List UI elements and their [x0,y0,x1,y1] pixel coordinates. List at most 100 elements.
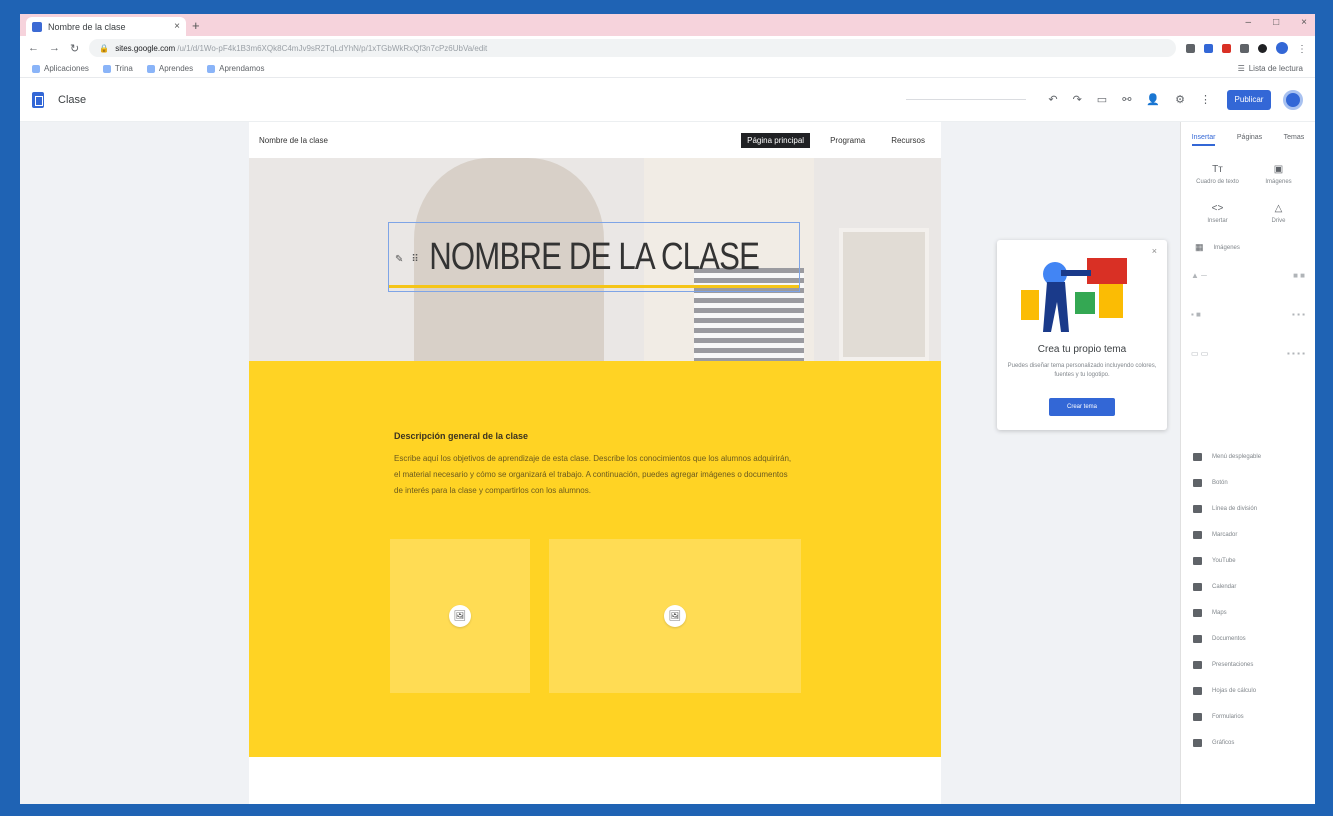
insert-item-label: Menú desplegable [1212,454,1262,460]
extension-icon[interactable] [1204,43,1213,53]
layout-option[interactable]: ■ ■ [1293,271,1305,280]
popup-close-icon[interactable]: × [1152,246,1157,256]
share-icon[interactable]: 👤 [1146,93,1160,106]
tab-insert[interactable]: Insertar [1191,134,1216,146]
insert-item-label: Marcador [1212,532,1238,538]
add-image-icon[interactable]: 🖼 [664,605,686,627]
overview-heading[interactable]: Descripción general de la clase [394,431,794,441]
sites-favicon-icon [32,21,42,32]
hero-title[interactable]: NOMBRE DE LA CLASE [429,236,760,279]
nav-program[interactable]: Programa [824,133,871,148]
tab-themes[interactable]: Temas [1284,134,1305,146]
overview-section[interactable]: Descripción general de la clase Escribe … [249,361,941,757]
drag-handle-icon[interactable]: ⠿ [411,254,418,265]
account-avatar[interactable] [1283,89,1303,110]
hero-title-box[interactable]: NOMBRE DE LA CLASE [388,222,800,292]
reading-list-label: Lista de lectura [1248,64,1303,73]
url-field[interactable]: 🔒 sites.google.com /u/1/d/1Wo-pF4k1B3m6X… [89,39,1176,57]
create-theme-button[interactable]: Crear tema [1049,398,1115,416]
insert-slides[interactable]: Presentaciones [1181,652,1315,678]
extension-icon[interactable] [1186,43,1195,53]
layout-option[interactable]: ▪ ■ [1191,310,1201,319]
nav-home[interactable]: Página principal [741,132,811,148]
layout-option[interactable]: ▭ ▭ [1191,349,1208,358]
insert-sheets[interactable]: Hojas de cálculo [1181,678,1315,704]
redo-icon[interactable]: ↷ [1073,93,1082,106]
insert-forms[interactable]: Formularios [1181,704,1315,730]
insert-item-label: Presentaciones [1212,662,1254,668]
extension-icon[interactable] [1258,43,1267,53]
publish-button[interactable]: Publicar [1227,89,1271,110]
site-document-title[interactable]: Clase [58,94,86,106]
bookmark-item[interactable]: Aprendes [146,64,193,73]
insert-collapsible[interactable]: Menú desplegable [1181,444,1315,470]
bookmark-item[interactable]: Aprendamos [207,64,264,73]
insert-drive[interactable]: △ Drive [1248,203,1309,224]
bookmark-icon [102,64,111,73]
forward-icon[interactable]: → [49,42,60,54]
minimize-button[interactable]: – [1246,17,1252,28]
insert-placeholder[interactable]: Marcador [1181,522,1315,548]
bookmarks-bar: Aplicaciones Trina Aprendes Aprendamos ☰… [20,60,1315,78]
insert-youtube[interactable]: YouTube [1181,548,1315,574]
bookmark-item[interactable]: Trina [102,64,133,73]
more-icon[interactable]: ⋮ [1200,93,1211,106]
slides-icon [1193,661,1202,669]
reading-list-icon: ☰ [1237,64,1245,73]
reading-list-button[interactable]: ☰ Lista de lectura [1238,64,1303,73]
site-name[interactable]: Nombre de la clase [259,136,328,145]
insert-label: Insertar [1207,218,1228,224]
profile-avatar[interactable] [1276,42,1288,54]
new-tab-button[interactable]: + [192,18,200,33]
image-placeholder[interactable]: 🖼 [390,539,530,693]
layout-row[interactable]: ▲ ─ ■ ■ [1191,271,1305,280]
extension-icon[interactable] [1240,43,1249,53]
insert-button[interactable]: Botón [1181,470,1315,496]
sheets-icon [1193,687,1202,695]
overview-body[interactable]: Escribe aquí los objetivos de aprendizaj… [394,451,794,499]
insert-divider[interactable]: Línea de división [1181,496,1315,522]
layout-option[interactable]: ▲ ─ [1191,271,1207,280]
image-placeholder[interactable]: 🖼 [549,539,801,693]
title-edit-tools: ✎ ⠿ [395,254,419,265]
maximize-button[interactable]: □ [1273,17,1279,28]
hero-banner[interactable]: NOMBRE DE LA CLASE ✎ ⠿ [249,158,941,361]
insert-item-label: Maps [1212,610,1227,616]
insert-text-box[interactable]: Tт Cuadro de texto [1187,164,1248,185]
insert-embed[interactable]: <> Insertar [1187,203,1248,224]
pencil-icon[interactable]: ✎ [395,254,403,265]
add-image-icon[interactable]: 🖼 [449,605,471,627]
layout-option[interactable]: ▪ ▪ ▪ ▪ [1287,349,1305,358]
link-icon[interactable]: ⚯ [1122,93,1131,106]
insert-calendar[interactable]: Calendar [1181,574,1315,600]
charts-icon [1193,739,1202,747]
layout-row[interactable]: ▭ ▭ ▪ ▪ ▪ ▪ [1191,349,1305,358]
create-theme-popup: × Crea tu propio tema Puedes diseñar tem… [997,240,1167,430]
insert-maps[interactable]: Maps [1181,600,1315,626]
extension-icon[interactable] [1222,43,1231,53]
google-sites-logo-icon[interactable] [32,91,44,108]
tab-title: Nombre de la clase [48,21,126,32]
insert-list: Menú desplegable Botón Línea de división… [1181,444,1315,756]
layout-option[interactable]: ▪ ▪ ▪ [1292,310,1305,319]
settings-icon[interactable]: ⚙ [1175,93,1185,106]
layout-row[interactable]: ▪ ■ ▪ ▪ ▪ [1191,310,1305,319]
embed-icon: <> [1211,203,1224,214]
back-icon[interactable]: ← [28,42,39,54]
insert-docs[interactable]: Documentos [1181,626,1315,652]
close-window-button[interactable]: × [1301,17,1307,28]
browser-tab[interactable]: Nombre de la clase × [26,17,186,36]
nav-resources[interactable]: Recursos [885,133,931,148]
reload-icon[interactable]: ↻ [70,42,79,55]
insert-label: Cuadro de texto [1196,179,1239,185]
tab-pages[interactable]: Páginas [1237,134,1262,146]
preview-icon[interactable]: ▭ [1097,93,1107,106]
insert-charts[interactable]: Gráficos [1181,730,1315,756]
image-gallery-icon: ▦ [1195,242,1204,252]
bookmark-apps[interactable]: Aplicaciones [32,64,89,73]
insert-images[interactable]: ▣ Imágenes [1248,164,1309,185]
undo-icon[interactable]: ↶ [1048,93,1057,106]
insert-images-row[interactable]: ▦ Imágenes [1181,224,1315,253]
browser-menu-icon[interactable]: ⋮ [1297,44,1307,55]
tab-close-icon[interactable]: × [174,21,180,32]
